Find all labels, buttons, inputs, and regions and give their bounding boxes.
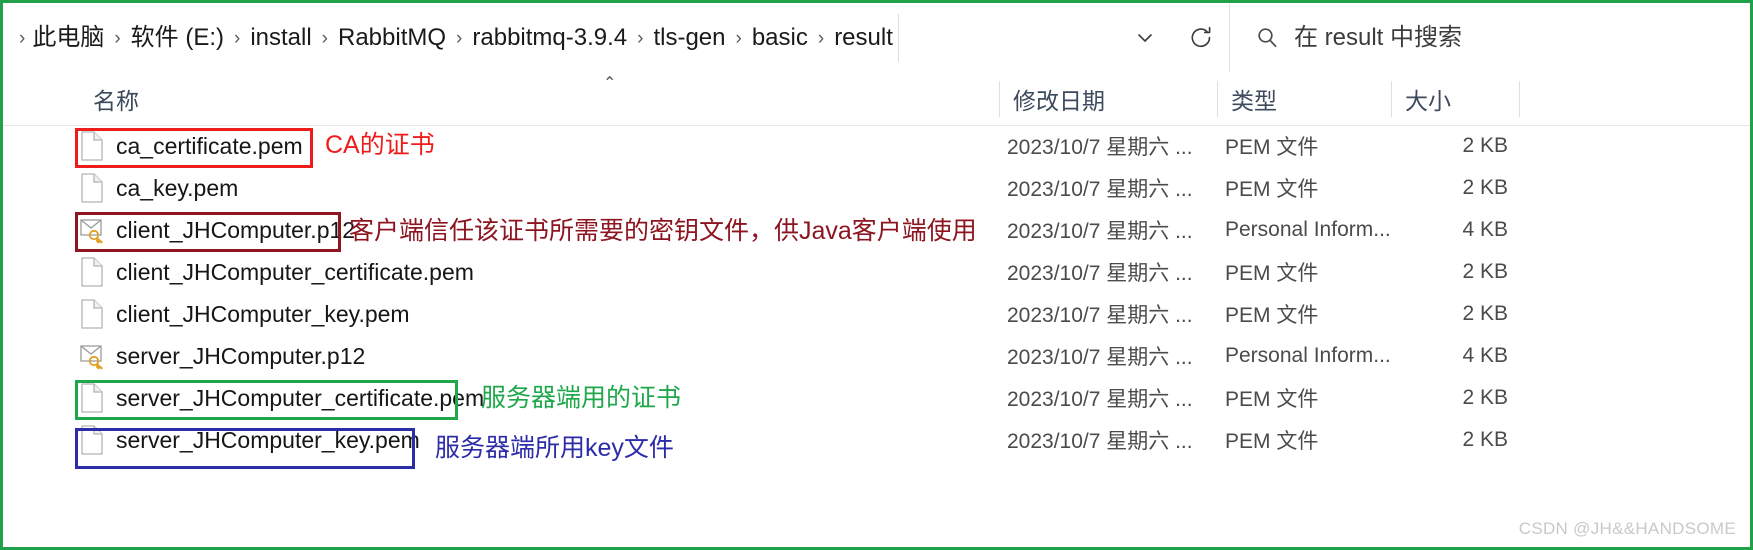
breadcrumb-separator: › — [19, 27, 26, 49]
annotation-label-ca-certificate: CA的证书 — [325, 131, 435, 159]
file-date-cell: 2023/10/7 星期六 ... — [1007, 304, 1193, 327]
breadcrumb-item-install[interactable]: install — [249, 23, 312, 53]
file-type-cell: PEM 文件 — [1225, 178, 1319, 201]
pem-file-icon — [79, 425, 105, 455]
file-size-cell: 2 KB — [1462, 134, 1508, 157]
table-row[interactable]: client_JHComputer_key.pem 2023/10/7 星期六 … — [3, 293, 1750, 335]
breadcrumb-item-tls-gen[interactable]: tls-gen — [652, 23, 726, 53]
pem-file-icon — [79, 173, 105, 203]
file-type-cell: Personal Inform... — [1225, 344, 1391, 367]
pem-file-icon — [79, 257, 105, 287]
breadcrumb-separator: › — [637, 27, 644, 49]
file-name-label: ca_certificate.pem — [116, 132, 303, 159]
annotation-label-server-key: 服务器端所用key文件 — [435, 434, 674, 462]
file-explorer-window: › 此电脑 › 软件 (E:) › install › RabbitMQ › r… — [0, 0, 1753, 550]
file-date-cell: 2023/10/7 星期六 ... — [1007, 262, 1193, 285]
breadcrumb-separator: › — [456, 27, 463, 49]
breadcrumb-item-this-pc[interactable]: 此电脑 — [31, 23, 105, 53]
breadcrumb-item-basic[interactable]: basic — [751, 23, 809, 53]
file-size-cell: 2 KB — [1462, 176, 1508, 199]
p12-certificate-icon — [79, 341, 105, 371]
file-type-cell: PEM 文件 — [1225, 430, 1319, 453]
table-row[interactable]: server_JHComputer_key.pem 2023/10/7 星期六 … — [3, 419, 1750, 461]
file-name-cell[interactable]: client_JHComputer_key.pem — [79, 293, 410, 335]
breadcrumb-item-result[interactable]: result — [833, 23, 894, 53]
file-type-cell: PEM 文件 — [1225, 136, 1319, 159]
breadcrumb[interactable]: › 此电脑 › 软件 (E:) › install › RabbitMQ › r… — [9, 14, 899, 62]
file-type-cell: Personal Inform... — [1225, 218, 1391, 241]
file-name-label: client_JHComputer_key.pem — [116, 300, 410, 327]
file-name-label: client_JHComputer.p12 — [116, 216, 356, 243]
breadcrumb-item-rabbitmq-version[interactable]: rabbitmq-3.9.4 — [471, 23, 628, 53]
refresh-icon[interactable] — [1173, 4, 1229, 72]
file-date-cell: 2023/10/7 星期六 ... — [1007, 346, 1193, 369]
pem-file-icon — [79, 299, 105, 329]
breadcrumb-separator: › — [114, 27, 121, 49]
breadcrumb-separator: › — [321, 27, 328, 49]
watermark: CSDN @JH&&HANDSOME — [1518, 519, 1736, 538]
pem-file-icon — [79, 383, 105, 413]
breadcrumb-item-rabbitmq[interactable]: RabbitMQ — [337, 23, 447, 53]
file-name-label: server_JHComputer_certificate.pem — [116, 384, 485, 411]
column-header-row: ⌃ 名称 修改日期 类型 大小 — [3, 73, 1750, 126]
file-size-cell: 2 KB — [1462, 428, 1508, 451]
file-name-label: server_JHComputer_key.pem — [116, 426, 420, 453]
table-row[interactable]: server_JHComputer.p12 2023/10/7 星期六 ... … — [3, 335, 1750, 377]
file-list: ca_certificate.pem 2023/10/7 星期六 ... PEM… — [3, 125, 1750, 547]
column-header-overflow[interactable] — [1519, 73, 1639, 125]
breadcrumb-separator: › — [817, 27, 825, 49]
annotation-label-client-p12: 客户端信任该证书所需要的密钥文件，供Java客户端使用 — [349, 217, 977, 245]
file-name-cell[interactable]: server_JHComputer.p12 — [79, 335, 365, 377]
file-name-label: client_JHComputer_certificate.pem — [116, 258, 474, 285]
breadcrumb-separator: › — [735, 27, 742, 49]
address-bar-controls: 在 result 中搜索 — [1117, 4, 1750, 72]
column-header-date[interactable]: 修改日期 — [999, 73, 1225, 125]
file-name-cell[interactable]: server_JHComputer_key.pem — [79, 419, 420, 461]
search-input[interactable]: 在 result 中搜索 — [1230, 4, 1750, 72]
column-header-type-label: 类型 — [1231, 88, 1277, 114]
file-date-cell: 2023/10/7 星期六 ... — [1007, 136, 1193, 159]
file-name-cell[interactable]: server_JHComputer_certificate.pem — [79, 377, 484, 419]
file-size-cell: 2 KB — [1462, 302, 1508, 325]
chevron-down-icon[interactable] — [1117, 4, 1173, 72]
table-row[interactable]: ca_certificate.pem 2023/10/7 星期六 ... PEM… — [3, 125, 1750, 167]
file-date-cell: 2023/10/7 星期六 ... — [1007, 388, 1193, 411]
search-icon — [1254, 25, 1280, 51]
column-header-date-label: 修改日期 — [1013, 88, 1105, 114]
breadcrumb-item-drive-e[interactable]: 软件 (E:) — [130, 23, 225, 53]
search-placeholder: 在 result 中搜索 — [1294, 24, 1463, 51]
file-size-cell: 4 KB — [1462, 344, 1508, 367]
table-row[interactable]: server_JHComputer_certificate.pem 2023/1… — [3, 377, 1750, 419]
pem-file-icon — [79, 131, 105, 161]
file-name-cell[interactable]: client_JHComputer.p12 — [79, 209, 355, 251]
table-row[interactable]: client_JHComputer_certificate.pem 2023/1… — [3, 251, 1750, 293]
column-header-size[interactable]: 大小 — [1391, 73, 1519, 125]
file-name-cell[interactable]: ca_certificate.pem — [79, 125, 303, 167]
address-bar: › 此电脑 › 软件 (E:) › install › RabbitMQ › r… — [3, 3, 1750, 74]
breadcrumb-list: › 此电脑 › 软件 (E:) › install › RabbitMQ › r… — [17, 23, 894, 53]
breadcrumb-separator: › — [233, 27, 241, 49]
file-size-cell: 2 KB — [1462, 386, 1508, 409]
column-header-name[interactable]: 名称 — [79, 73, 999, 125]
column-header-type[interactable]: 类型 — [1217, 73, 1391, 125]
file-name-label: server_JHComputer.p12 — [116, 342, 366, 369]
column-header-size-label: 大小 — [1405, 88, 1451, 114]
file-type-cell: PEM 文件 — [1225, 304, 1319, 327]
file-date-cell: 2023/10/7 星期六 ... — [1007, 430, 1193, 453]
file-size-cell: 4 KB — [1462, 218, 1508, 241]
file-name-label: ca_key.pem — [116, 174, 239, 201]
file-name-cell[interactable]: ca_key.pem — [79, 167, 238, 209]
file-size-cell: 2 KB — [1462, 260, 1508, 283]
file-date-cell: 2023/10/7 星期六 ... — [1007, 220, 1193, 243]
file-type-cell: PEM 文件 — [1225, 262, 1319, 285]
file-name-cell[interactable]: client_JHComputer_certificate.pem — [79, 251, 474, 293]
column-header-name-label: 名称 — [93, 88, 139, 114]
p12-certificate-icon — [79, 215, 105, 245]
table-row[interactable]: ca_key.pem 2023/10/7 星期六 ... PEM 文件 2 KB — [3, 167, 1750, 209]
file-date-cell: 2023/10/7 星期六 ... — [1007, 178, 1193, 201]
annotation-label-server-certificate: 服务器端用的证书 — [481, 384, 682, 412]
file-type-cell: PEM 文件 — [1225, 388, 1319, 411]
